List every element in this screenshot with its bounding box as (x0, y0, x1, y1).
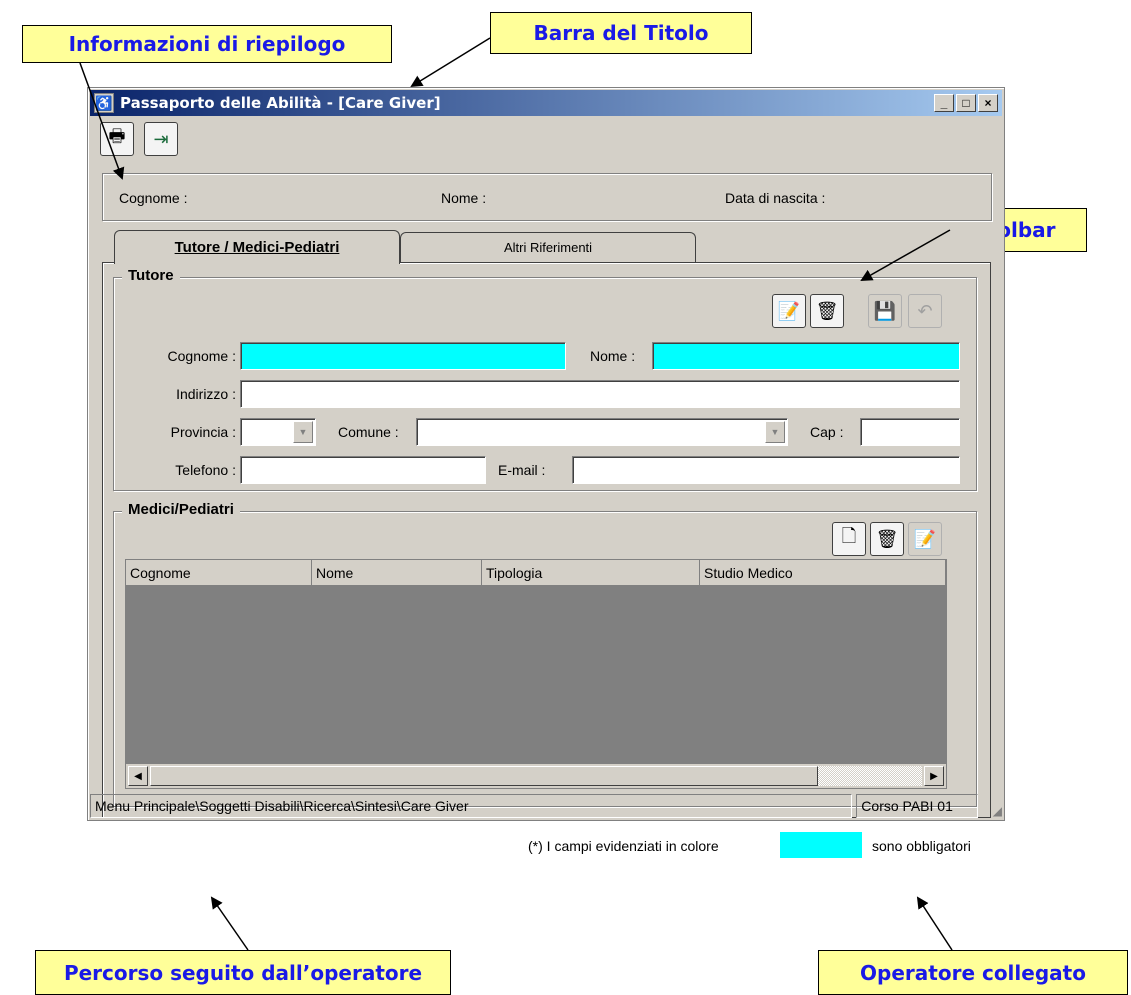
tutore-indirizzo-input[interactable] (240, 380, 960, 408)
column-header-studio-medico[interactable]: Studio Medico (700, 560, 946, 586)
edit-medico-button[interactable]: 📝 (908, 522, 942, 556)
tutore-comune-combo[interactable]: ▼ (416, 418, 788, 446)
tutore-provincia-combo[interactable]: ▼ (240, 418, 316, 446)
required-note-suffix: sono obbligatori (872, 838, 971, 854)
tutore-cognome-input[interactable] (240, 342, 566, 370)
callout-operatore: Operatore collegato (818, 950, 1128, 995)
tutore-indirizzo-label: Indirizzo : (176, 386, 236, 402)
floppy-icon: 💾 (873, 300, 897, 321)
summary-nome-label: Nome : (441, 190, 487, 206)
column-header-nome[interactable]: Nome (312, 560, 482, 586)
new-document-icon: 🗋 (841, 526, 857, 546)
status-path: Menu Principale\Soggetti Disabili\Ricerc… (90, 794, 853, 818)
tutore-provincia-label: Provincia : (170, 424, 236, 440)
tutore-nome-label: Nome : (590, 348, 636, 364)
arrow-titolo (410, 37, 491, 88)
callout-riepilogo: Informazioni di riepilogo (22, 25, 392, 63)
medici-grid[interactable]: Cognome Nome Tipologia Studio Medico ◀ ▶ (125, 559, 947, 789)
arrow-percorso (210, 896, 249, 951)
comune-dropdown-icon[interactable]: ▼ (765, 421, 785, 443)
tutore-telefono-label: Telefono : (175, 462, 236, 478)
tutore-nome-input[interactable] (652, 342, 960, 370)
trash-icon: 🗑 (815, 300, 839, 321)
summary-panel: Cognome : Nome : Data di nascita : (102, 173, 992, 221)
tutore-email-label: E-mail : (498, 462, 546, 478)
tutore-cognome-label: Cognome : (167, 348, 236, 364)
undo-icon: ↶ (917, 300, 933, 321)
edit-icon: 📝 (777, 300, 801, 321)
horizontal-scrollbar[interactable]: ◀ ▶ (126, 764, 946, 788)
tutore-cap-label: Cap : (810, 424, 844, 440)
minimize-button[interactable]: _ (934, 94, 954, 112)
summary-cognome-label: Cognome : (119, 190, 188, 206)
resize-grip-icon[interactable]: ◢ (982, 794, 1002, 818)
arrow-operatore (916, 896, 953, 951)
tab-panel: Tutore 📝 🗑 💾 ↶ Cognome : Nome : Indirizz… (102, 262, 991, 818)
delete-medico-button[interactable]: 🗑 (870, 522, 904, 556)
scroll-right-icon[interactable]: ▶ (924, 766, 944, 786)
tutore-email-input[interactable] (572, 456, 960, 484)
delete-tutore-button[interactable]: 🗑 (810, 294, 844, 328)
provincia-dropdown-icon[interactable]: ▼ (293, 421, 313, 443)
tutore-cap-input[interactable] (860, 418, 960, 446)
app-window: ♿ Passaporto delle Abilità - [Care Giver… (87, 87, 1005, 858)
tutore-comune-label: Comune : (338, 424, 399, 440)
scroll-left-icon[interactable]: ◀ (128, 766, 148, 786)
title-bar[interactable]: ♿ Passaporto delle Abilità - [Care Giver… (90, 90, 1002, 116)
edit-tutore-button[interactable]: 📝 (772, 294, 806, 328)
tutore-group: Tutore 📝 🗑 💾 ↶ Cognome : Nome : Indirizz… (113, 267, 977, 491)
callout-percorso: Percorso seguito dall’operatore (35, 950, 451, 995)
edit-icon: 📝 (913, 528, 937, 549)
exit-button[interactable]: ⇥ (144, 122, 178, 156)
tutore-group-title: Tutore (122, 267, 180, 284)
maximize-button[interactable]: □ (956, 94, 976, 112)
status-operator: Corso PABI 01 (856, 794, 979, 818)
required-color-swatch (780, 832, 862, 858)
tutore-telefono-input[interactable] (240, 456, 486, 484)
undo-tutore-button[interactable]: ↶ (908, 294, 942, 328)
scroll-thumb[interactable] (150, 766, 818, 786)
summary-data-nascita-label: Data di nascita : (725, 190, 826, 206)
new-medico-button[interactable]: 🗋 (832, 522, 866, 556)
callout-barra-titolo: Barra del Titolo (490, 12, 752, 54)
tab-tutore-medici[interactable]: Tutore / Medici-Pediatri (114, 230, 400, 264)
status-bar: Menu Principale\Soggetti Disabili\Ricerc… (90, 794, 1002, 818)
column-header-cognome[interactable]: Cognome (126, 560, 312, 586)
required-note-prefix: (*) I campi evidenziati in colore (528, 838, 719, 854)
exit-door-icon: ⇥ (153, 128, 169, 149)
print-button[interactable]: 🖶 (100, 122, 134, 156)
scroll-track[interactable] (818, 766, 922, 786)
grid-header: Cognome Nome Tipologia Studio Medico (126, 560, 946, 586)
window-title: Passaporto delle Abilità - [Care Giver] (120, 94, 441, 112)
tab-altri-riferimenti[interactable]: Altri Riferimenti (400, 232, 696, 262)
column-header-tipologia[interactable]: Tipologia (482, 560, 700, 586)
printer-icon: 🖶 (108, 126, 126, 146)
app-icon[interactable]: ♿ (94, 93, 114, 113)
close-button[interactable]: × (978, 94, 998, 112)
medici-group-title: Medici/Pediatri (122, 501, 240, 518)
save-tutore-button[interactable]: 💾 (868, 294, 902, 328)
trash-icon: 🗑 (875, 528, 899, 549)
